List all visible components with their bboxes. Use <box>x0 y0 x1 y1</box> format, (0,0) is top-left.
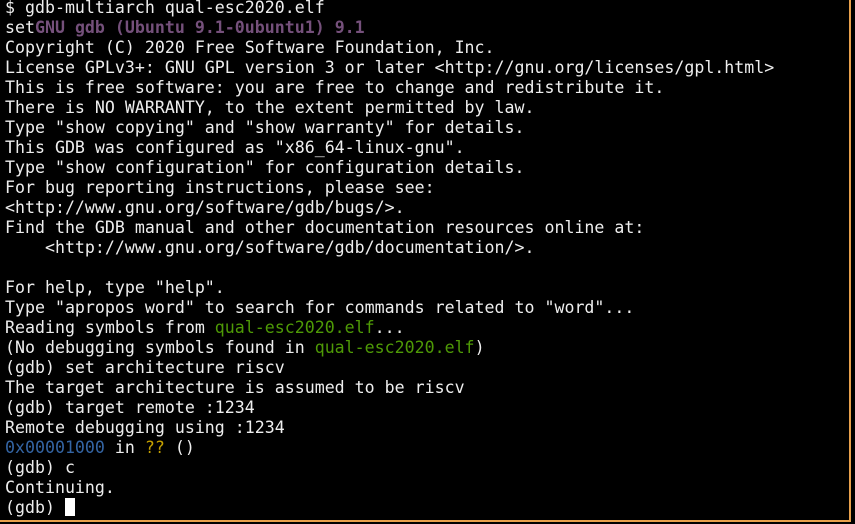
set-architecture-command: (gdb) set architecture riscv <box>5 358 285 377</box>
help-line: For help, type "help". <box>5 278 225 297</box>
no-warranty-line: There is NO WARRANTY, to the extent perm… <box>5 98 535 117</box>
frame-unknown-symbol: ?? <box>144 438 165 457</box>
continue-command: (gdb) c <box>5 458 75 477</box>
gdb-prompt: (gdb) <box>5 498 65 517</box>
manual-line: Find the GDB manual and other documentat… <box>5 218 645 237</box>
documentation-url-line: <http://www.gnu.org/software/gdb/documen… <box>5 238 535 257</box>
bug-reporting-line: For bug reporting instructions, please s… <box>5 178 435 197</box>
show-copying-line: Type "show copying" and "show warranty" … <box>5 118 525 137</box>
no-symbols-line: (No debugging symbols found in qual-esc2… <box>5 338 849 358</box>
architecture-assumed-line: The target architecture is assumed to be… <box>5 378 465 397</box>
reading-suffix: ... <box>374 318 405 337</box>
frame-args: () <box>164 438 195 457</box>
copyright-line: Copyright (C) 2020 Free Software Foundat… <box>5 38 495 57</box>
frame-line: 0x00001000 in ?? () <box>5 438 849 458</box>
free-software-line: This is free software: you are free to c… <box>5 78 665 97</box>
reading-symbols-line: Reading symbols from qual-esc2020.elf... <box>5 318 849 338</box>
gdb-prompt-line[interactable]: (gdb) <box>5 498 849 518</box>
gdb-banner-line: setGNU gdb (Ubuntu 9.1-0ubuntu1) 9.1 <box>5 18 849 38</box>
reading-prefix: Reading symbols from <box>5 318 215 337</box>
text-cursor[interactable] <box>64 498 75 516</box>
gdb-banner: GNU gdb (Ubuntu 9.1-0ubuntu1) 9.1 <box>34 18 365 37</box>
no-symbols-filename: qual-esc2020.elf <box>314 338 475 357</box>
license-line: License GPLv3+: GNU GPL version 3 or lat… <box>5 58 775 77</box>
command-line: $ gdb-multiarch qual-esc2020.elf <box>5 0 325 17</box>
banner-prefix: set <box>5 18 35 37</box>
remote-debugging-line: Remote debugging using :1234 <box>5 418 285 437</box>
bugs-url-line: <http://www.gnu.org/software/gdb/bugs/>. <box>5 198 405 217</box>
target-remote-command: (gdb) target remote :1234 <box>5 398 255 417</box>
frame-address: 0x00001000 <box>5 438 105 457</box>
configured-line: This GDB was configured as "x86_64-linux… <box>5 138 465 157</box>
frame-in: in <box>104 438 145 457</box>
apropos-line: Type "apropos word" to search for comman… <box>5 298 635 317</box>
no-symbols-suffix: ) <box>474 338 485 357</box>
continuing-line: Continuing. <box>5 478 115 497</box>
terminal-window[interactable]: $ gdb-multiarch qual-esc2020.elf setGNU … <box>0 0 851 522</box>
show-configuration-line: Type "show configuration" for configurat… <box>5 158 525 177</box>
reading-filename: qual-esc2020.elf <box>214 318 375 337</box>
no-symbols-prefix: (No debugging symbols found in <box>5 338 315 357</box>
